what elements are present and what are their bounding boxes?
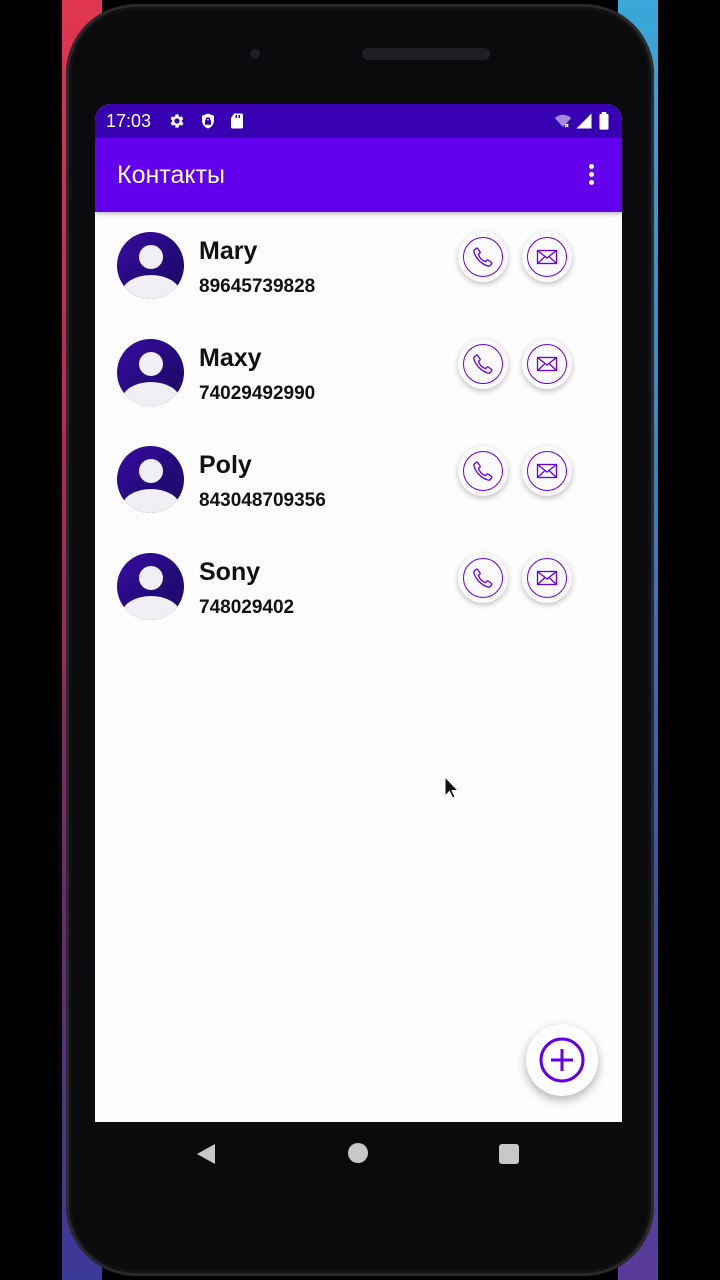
back-icon[interactable]: [195, 1142, 217, 1166]
call-button[interactable]: [458, 553, 508, 603]
call-button[interactable]: [458, 446, 508, 496]
mail-icon: [536, 570, 558, 586]
mail-icon: [536, 356, 558, 372]
status-bar: 17:03: [95, 104, 622, 138]
earpiece-speaker: [362, 48, 490, 60]
email-button[interactable]: [522, 339, 572, 389]
avatar-head: [139, 352, 163, 376]
contact-row[interactable]: Poly 843048709356: [95, 426, 622, 526]
contact-name: Poly: [199, 451, 252, 479]
signal-icon: [576, 113, 592, 129]
battery-icon: [599, 112, 609, 130]
shield-icon: [202, 113, 214, 129]
call-icon: [473, 461, 493, 481]
mouse-cursor-icon: [444, 776, 460, 799]
wifi-icon: [554, 114, 572, 128]
mail-icon: [536, 463, 558, 479]
contact-phone: 74029492990: [199, 383, 316, 404]
contact-phone: 843048709356: [199, 490, 326, 511]
contact-row[interactable]: Sony 748029402: [95, 533, 622, 633]
menu-dot: [589, 180, 594, 185]
avatar-body: [122, 596, 180, 620]
menu-dot: [589, 164, 594, 169]
contact-row[interactable]: Maxy 74029492990: [95, 319, 622, 419]
add-circle-icon: [539, 1037, 585, 1083]
avatar-head: [139, 459, 163, 483]
menu-dot: [589, 172, 594, 177]
avatar-body: [122, 489, 180, 513]
call-button[interactable]: [458, 339, 508, 389]
avatar: [117, 232, 184, 299]
email-button[interactable]: [522, 553, 572, 603]
add-contact-button[interactable]: [526, 1024, 598, 1096]
front-camera: [247, 46, 263, 62]
contact-phone: 89645739828: [199, 276, 316, 297]
avatar-body: [122, 275, 180, 299]
avatar-head: [139, 566, 163, 590]
contact-name: Maxy: [199, 344, 262, 372]
avatar: [117, 446, 184, 513]
more-vert-icon[interactable]: [579, 158, 603, 192]
avatar: [117, 553, 184, 620]
call-icon: [473, 354, 493, 374]
contact-name: Sony: [199, 558, 261, 586]
app-bar: Контакты: [95, 138, 622, 212]
call-icon: [473, 568, 493, 588]
email-button[interactable]: [522, 446, 572, 496]
sd-card-icon: [231, 113, 243, 129]
app-screen: 17:03 Контакты Mary 89645739828 Maxy 740…: [95, 104, 622, 1122]
contact-row[interactable]: Mary 89645739828: [95, 212, 622, 312]
email-button[interactable]: [522, 232, 572, 282]
home-icon[interactable]: [348, 1143, 368, 1163]
page-title: Контакты: [117, 161, 225, 189]
recents-icon[interactable]: [499, 1144, 519, 1164]
mail-icon: [536, 249, 558, 265]
status-time: 17:03: [106, 111, 152, 131]
settings-icon: [170, 114, 184, 128]
navigation-bar: [95, 1122, 622, 1186]
call-button[interactable]: [458, 232, 508, 282]
avatar-body: [122, 382, 180, 406]
contact-name: Mary: [199, 237, 258, 265]
device-frame: 17:03 Контакты Mary 89645739828 Maxy 740…: [0, 0, 720, 1280]
avatar: [117, 339, 184, 406]
avatar-head: [139, 245, 163, 269]
call-icon: [473, 247, 493, 267]
contact-phone: 748029402: [199, 597, 295, 618]
